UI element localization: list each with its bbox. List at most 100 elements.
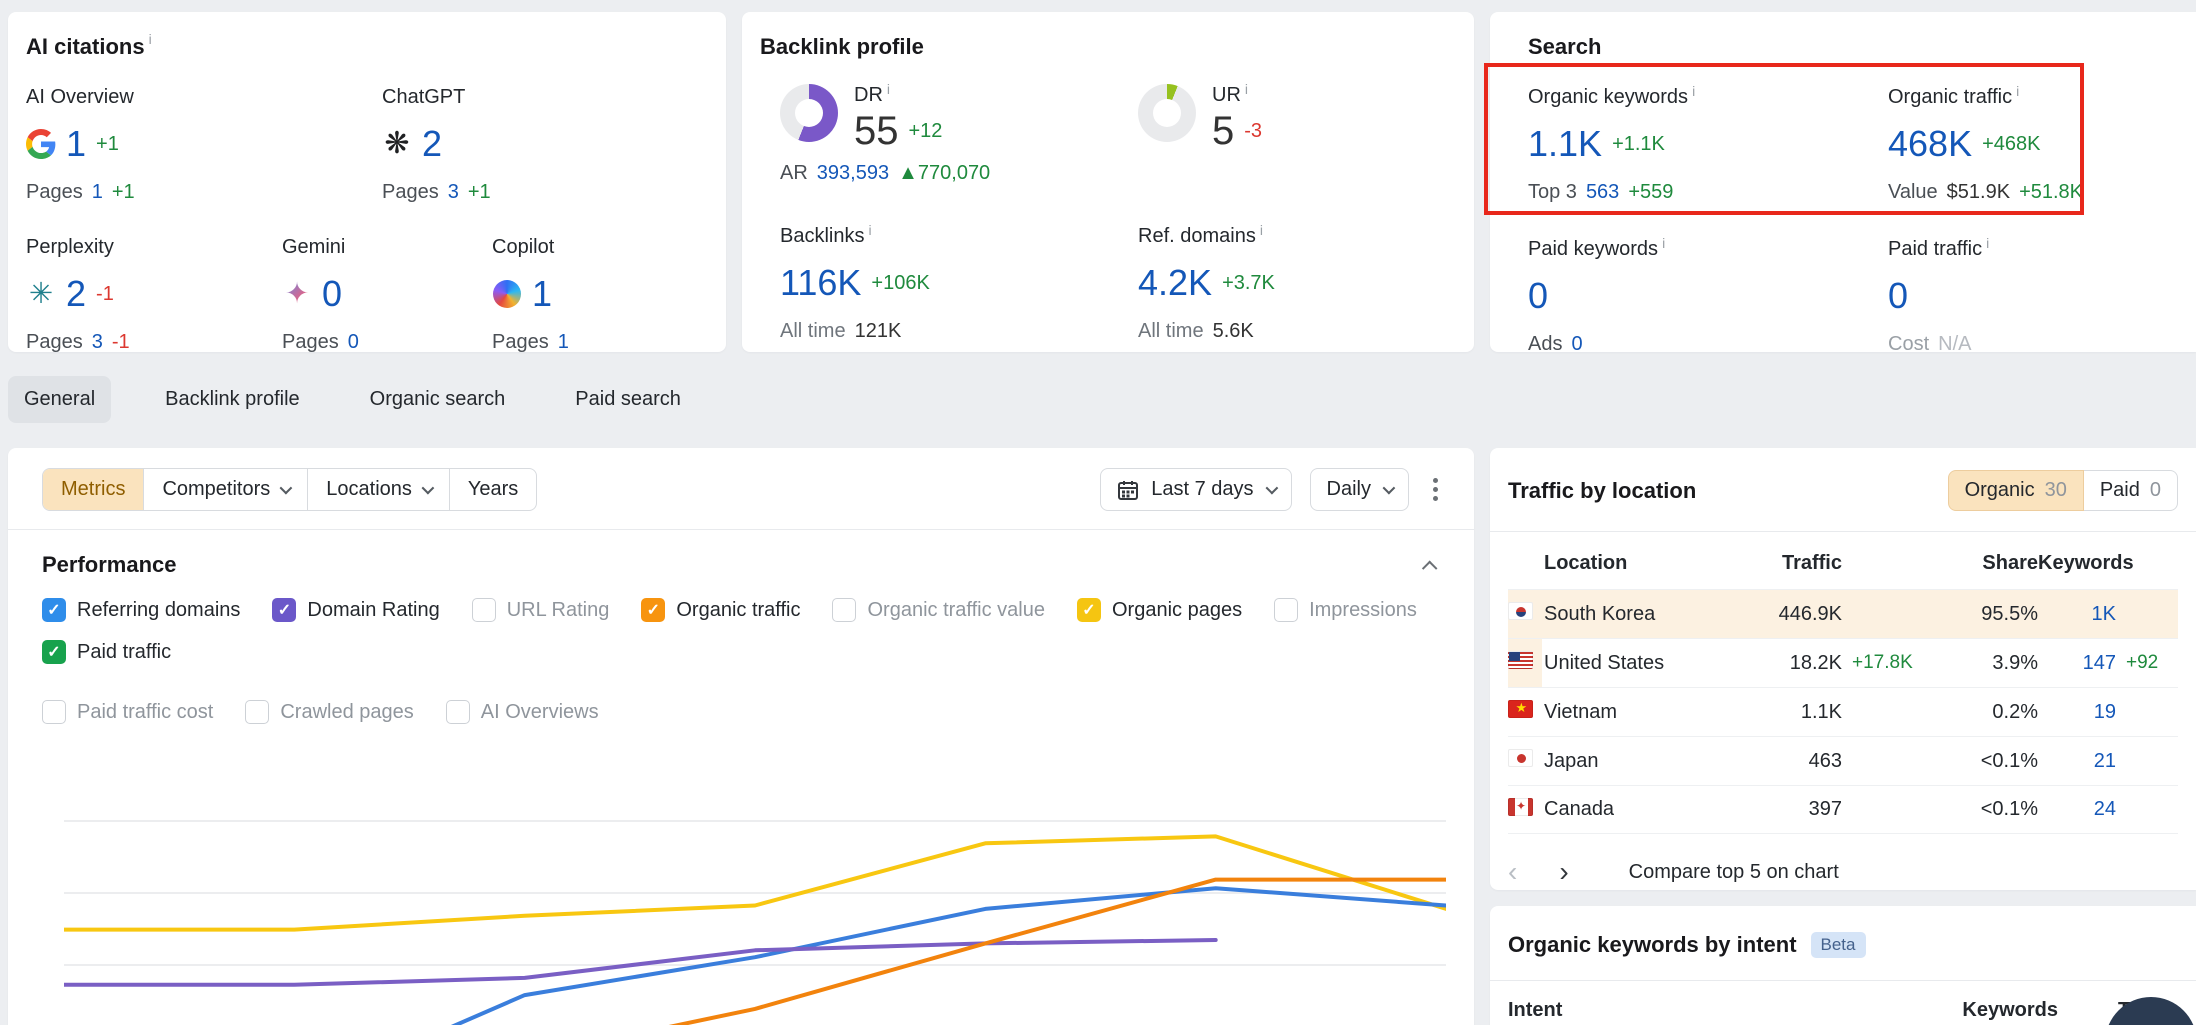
checked-checkbox-icon[interactable]: ✓ — [42, 598, 66, 622]
dr-delta: +12 — [909, 120, 943, 143]
perplexity-icon: ✳ — [26, 279, 56, 309]
table-row-japan[interactable]: Japan 463 <0.1% 21 — [1508, 736, 2178, 785]
paid-keywords-value[interactable]: 0 — [1528, 275, 1548, 317]
metric-checkbox-organic-traffic-value[interactable]: Organic traffic value — [832, 598, 1045, 622]
table-row-south-korea[interactable]: South Korea 446.9K 95.5% 1K — [1508, 589, 2178, 638]
intent-table-header: Intent Keywords Traffic — [1508, 981, 2178, 1022]
keywords-link[interactable]: 21 — [2038, 750, 2116, 773]
unchecked-checkbox-icon[interactable] — [245, 700, 269, 724]
gemini-block: Gemini ✦ 0 Pages0 — [282, 236, 492, 354]
perplexity-delta: -1 — [96, 283, 114, 306]
tab-general[interactable]: General — [8, 376, 111, 423]
date-range-dropdown[interactable]: Last 7 days — [1100, 468, 1291, 511]
table-row-canada[interactable]: Canada 397 <0.1% 24 — [1508, 785, 2178, 834]
top3-row: Top 3563+559 — [1528, 181, 1888, 204]
keywords-link[interactable]: 24 — [2038, 798, 2116, 821]
metric-checkbox-crawled-pages[interactable]: Crawled pages — [245, 700, 413, 724]
organic-traffic-label: Organic traffici — [1888, 86, 2178, 109]
competitors-dropdown[interactable]: Competitors — [143, 469, 307, 510]
metric-checkbox-impressions[interactable]: Impressions — [1274, 598, 1417, 622]
unchecked-checkbox-icon[interactable] — [832, 598, 856, 622]
table-row-united-states[interactable]: United States 18.2K +17.8K 3.9% 147 +92 — [1508, 638, 2178, 687]
metric-checkbox-paid-traffic[interactable]: ✓Paid traffic — [42, 640, 171, 664]
info-icon: i — [1662, 235, 1665, 251]
metric-checkbox-label: Impressions — [1309, 599, 1417, 622]
organic-paid-toggle: Organic30 Paid0 — [1948, 470, 2178, 511]
unchecked-checkbox-icon[interactable] — [42, 700, 66, 724]
metric-checkbox-ai-overviews[interactable]: AI Overviews — [446, 700, 599, 724]
compare-top5-link[interactable]: Compare top 5 on chart — [1629, 861, 1839, 884]
keywords-link[interactable]: 1K — [2038, 603, 2116, 626]
info-icon: i — [2016, 83, 2019, 99]
organic-keywords-value[interactable]: 1.1K — [1528, 123, 1602, 165]
more-options-button[interactable] — [1427, 472, 1444, 507]
metric-checkbox-url-rating[interactable]: URL Rating — [472, 598, 610, 622]
organic-tab[interactable]: Organic30 — [1948, 470, 2084, 511]
line-chart[interactable] — [64, 754, 1446, 1025]
keywords-link[interactable]: 147 — [2038, 652, 2116, 675]
chevron-down-icon — [280, 482, 293, 495]
unchecked-checkbox-icon[interactable] — [446, 700, 470, 724]
checked-checkbox-icon[interactable]: ✓ — [1077, 598, 1101, 622]
tab-paid-search[interactable]: Paid search — [559, 376, 697, 423]
years-button[interactable]: Years — [449, 469, 536, 510]
ref-domains-label: Ref. domainsi — [1138, 225, 1456, 248]
ai-citations-row2: Perplexity ✳ 2 -1 Pages3-1 Gemini ✦ 0 Pa… — [26, 236, 708, 354]
gemini-value[interactable]: 0 — [322, 273, 342, 315]
ref-domains-value[interactable]: 4.2K — [1138, 262, 1212, 304]
col-traffic[interactable]: Traffic — [1732, 552, 1842, 575]
ar-value[interactable]: 393,593 — [817, 162, 889, 185]
google-icon — [26, 129, 56, 159]
col-keywords[interactable]: Keywords — [2038, 552, 2116, 575]
metric-checkbox-paid-traffic-cost[interactable]: Paid traffic cost — [42, 700, 213, 724]
paid-tab[interactable]: Paid0 — [2084, 470, 2178, 511]
unchecked-checkbox-icon[interactable] — [472, 598, 496, 622]
unchecked-checkbox-icon[interactable] — [1274, 598, 1298, 622]
performance-title: Performance — [42, 552, 177, 578]
copilot-value[interactable]: 1 — [532, 273, 552, 315]
keywords-by-intent-title: Organic keywords by intent — [1508, 932, 1797, 958]
col-share[interactable]: Share — [1934, 552, 2038, 575]
ai-citations-title: AI citationsi — [26, 34, 708, 60]
checked-checkbox-icon[interactable]: ✓ — [42, 640, 66, 664]
col-intent: Intent — [1508, 999, 1908, 1022]
ar-delta: ▲770,070 — [898, 162, 990, 185]
collapse-chevron-icon[interactable] — [1422, 560, 1438, 576]
metric-checkbox-label: Organic traffic value — [867, 599, 1045, 622]
metrics-button[interactable]: Metrics — [43, 469, 143, 510]
previous-page-button[interactable]: ‹ — [1508, 858, 1517, 886]
dr-donut — [780, 84, 838, 142]
ai-overview-value[interactable]: 1 — [66, 123, 86, 165]
summary-cards-row: AI citationsi AI Overview 1 +1 Pages1+1 … — [8, 12, 2196, 352]
metric-checkbox-domain-rating[interactable]: ✓Domain Rating — [272, 598, 439, 622]
paid-keywords-label: Paid keywordsi — [1528, 238, 1888, 261]
search-title: Search — [1508, 34, 2178, 60]
filter-segmented-control: Metrics Competitors Locations Years — [42, 468, 537, 511]
granularity-dropdown[interactable]: Daily — [1310, 468, 1409, 511]
perplexity-value[interactable]: 2 — [66, 273, 86, 315]
chatgpt-value[interactable]: 2 — [422, 123, 442, 165]
keywords-link[interactable]: 19 — [2038, 701, 2116, 724]
ur-donut — [1138, 84, 1196, 142]
info-icon: i — [1986, 235, 1989, 251]
organic-traffic-value[interactable]: 468K — [1888, 123, 1972, 165]
tab-backlink-profile[interactable]: Backlink profile — [149, 376, 316, 423]
next-page-button[interactable]: › — [1559, 858, 1568, 886]
ai-overview-delta: +1 — [96, 133, 119, 156]
col-location[interactable]: Location — [1544, 552, 1732, 575]
table-row-vietnam[interactable]: Vietnam 1.1K 0.2% 19 — [1508, 687, 2178, 736]
metric-checkbox-organic-traffic[interactable]: ✓Organic traffic — [641, 598, 800, 622]
paid-traffic-value[interactable]: 0 — [1888, 275, 1908, 317]
checked-checkbox-icon[interactable]: ✓ — [272, 598, 296, 622]
locations-dropdown[interactable]: Locations — [307, 469, 449, 510]
checked-checkbox-icon[interactable]: ✓ — [641, 598, 665, 622]
tab-organic-search[interactable]: Organic search — [354, 376, 522, 423]
metric-checkbox-referring-domains[interactable]: ✓Referring domains — [42, 598, 240, 622]
performance-chart: 27 Jan 28 Jan 29 Jan 30 Jan 31 Jan 1 Feb — [64, 754, 1458, 1025]
ai-citations-card: AI citationsi AI Overview 1 +1 Pages1+1 … — [8, 12, 726, 352]
openai-icon: ❋ — [382, 129, 412, 159]
backlinks-value[interactable]: 116K — [780, 262, 861, 304]
dr-block: DRi 55 +12 — [780, 84, 1138, 168]
paid-traffic-label: Paid traffici — [1888, 238, 2178, 261]
metric-checkbox-organic-pages[interactable]: ✓Organic pages — [1077, 598, 1242, 622]
